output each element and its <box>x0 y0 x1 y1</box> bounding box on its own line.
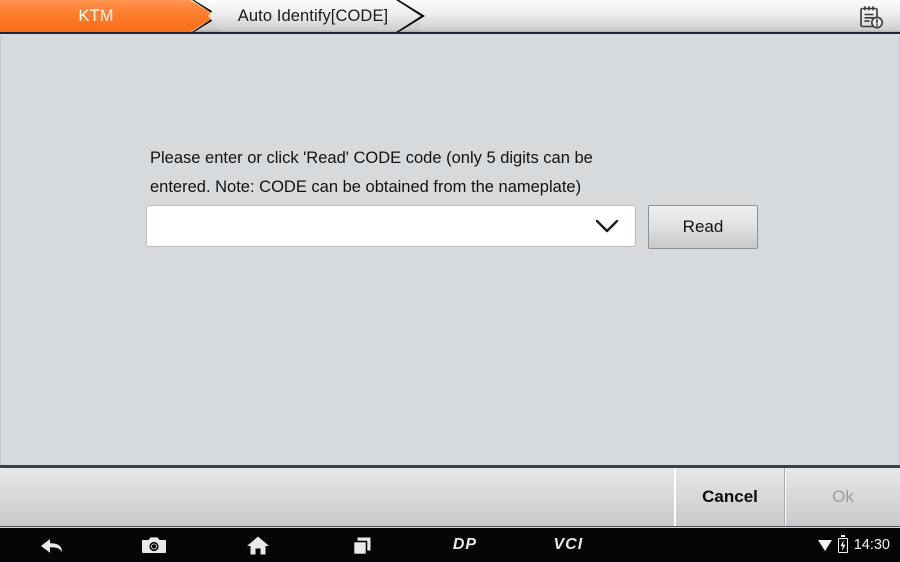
tab-ktm[interactable]: KTM <box>0 0 216 32</box>
prompt-line-1: Please enter or click 'Read' CODE code (… <box>150 149 593 167</box>
code-entry-row: Read <box>146 205 758 249</box>
tab-auto-identify-code-label: Auto Identify[CODE] <box>237 6 389 25</box>
report-note-icon[interactable] <box>856 3 886 31</box>
cancel-button[interactable]: Cancel <box>675 468 785 526</box>
read-button[interactable]: Read <box>648 205 758 249</box>
chevron-down-icon[interactable] <box>591 206 623 246</box>
ok-button: Ok <box>785 468 900 526</box>
battery-charging-icon <box>837 535 848 553</box>
code-input[interactable] <box>157 207 597 245</box>
clock-label: 14:30 <box>853 537 890 553</box>
home-icon[interactable] <box>207 528 310 562</box>
button-bar-spacer <box>0 468 675 526</box>
dp-logo-icon[interactable]: DP <box>413 528 516 562</box>
vci-logo-label: VCI <box>553 536 584 553</box>
dp-logo-label: DP <box>452 536 478 553</box>
nav-icon-group: DP VCI <box>0 528 620 562</box>
tab-ktm-label: KTM <box>78 6 114 25</box>
system-nav-bar: DP VCI 14:30 <box>0 528 900 562</box>
vci-logo-icon[interactable]: VCI <box>517 528 620 562</box>
recents-icon[interactable] <box>310 528 413 562</box>
camera-icon[interactable] <box>103 528 206 562</box>
wifi-icon <box>817 539 832 551</box>
app-window: KTM Auto Identify[CODE] Please enter or … <box>0 0 900 562</box>
status-tray: 14:30 <box>817 528 890 562</box>
dialog-button-bar: Cancel Ok <box>0 465 900 527</box>
tab-auto-identify-code[interactable]: Auto Identify[CODE] <box>208 0 424 32</box>
back-arrow-icon[interactable] <box>0 528 103 562</box>
code-combobox[interactable] <box>146 205 636 247</box>
prompt-text: Please enter or click 'Read' CODE code (… <box>150 144 670 202</box>
tab-bar: KTM Auto Identify[CODE] <box>0 0 900 34</box>
prompt-line-2: entered. Note: CODE can be obtained from… <box>150 178 582 196</box>
content-area: Please enter or click 'Read' CODE code (… <box>0 36 900 465</box>
tab-bar-filler <box>420 0 900 32</box>
